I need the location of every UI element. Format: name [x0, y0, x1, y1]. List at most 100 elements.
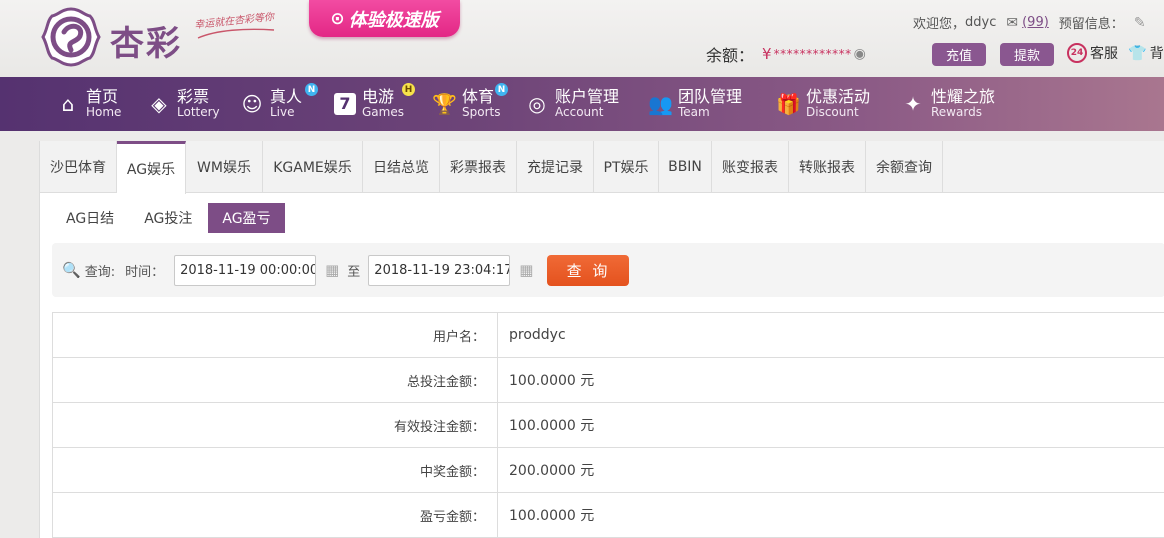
tab-wm[interactable]: WM娱乐 — [186, 141, 263, 193]
slot-seven-icon: 7 — [334, 93, 356, 115]
nav-label-cn: 首页 — [86, 87, 119, 107]
ticket-icon: ◈ — [151, 92, 167, 116]
nav-label-en: Lottery — [177, 105, 220, 120]
nav-label-cn: 彩票 — [177, 87, 210, 107]
username: ddyc — [965, 15, 997, 30]
table-row: 盈亏金额： 100.0000 元 — [53, 493, 1164, 538]
nav-label-cn: 性耀之旅 — [931, 87, 996, 107]
brand-logo-icon[interactable] — [40, 6, 102, 68]
edit-icon[interactable]: ✎ — [1134, 15, 1146, 31]
brand-swash-decoration — [197, 28, 275, 39]
nav-item-team[interactable]: 👥 团队管理 Team — [648, 77, 742, 131]
tab-account-change-report[interactable]: 账变报表 — [712, 141, 789, 193]
subtab-ag-bets[interactable]: AG投注 — [130, 203, 206, 233]
reserved-info-label: 预留信息： — [1058, 17, 1124, 32]
welcome-bar: 欢迎您， ddyc ✉ (99) 预留信息： ✎ — [913, 13, 1146, 33]
dealer-icon: ☺ — [241, 92, 263, 116]
tab-balance-query[interactable]: 余额查询 — [866, 141, 943, 193]
query-bar: 🔍 查询: 时间： ▦ 至 ▦ 查 询 — [52, 243, 1164, 297]
service-area: 24 客服 👕 背 — [1067, 43, 1164, 63]
row-key: 用户名： — [53, 313, 498, 357]
speed-version-button[interactable]: ⊙ 体验极速版 — [309, 0, 460, 37]
table-row: 总投注金额： 100.0000 元 — [53, 358, 1164, 403]
tab-daily-overview[interactable]: 日结总览 — [363, 141, 440, 193]
query-label: 查询: — [84, 264, 116, 280]
calendar-icon[interactable]: ▦ — [519, 261, 533, 279]
welcome-prefix: 欢迎您， — [913, 17, 966, 32]
speed-logo-icon: ⊙ — [330, 8, 345, 29]
balance-masked-value: ************ — [773, 47, 852, 61]
tab-kgame[interactable]: KGAME娱乐 — [263, 141, 363, 193]
home-icon: ⌂ — [61, 92, 75, 116]
brand-name: 杏彩 — [110, 24, 182, 64]
row-value: 100.0000 元 — [509, 418, 595, 434]
customer-service-link[interactable]: 客服 — [1090, 43, 1118, 63]
tab-saba-sports[interactable]: 沙巴体育 — [40, 141, 117, 193]
nav-item-account[interactable]: ◎ 账户管理 Account — [525, 77, 619, 131]
nav-item-sports[interactable]: 🏆 体育 Sports N — [432, 77, 508, 131]
subtab-ag-daily[interactable]: AG日结 — [52, 203, 128, 233]
nav-item-rewards[interactable]: ✦ 性耀之旅 Rewards — [901, 77, 995, 131]
nav-label-en: Sports — [462, 105, 501, 120]
search-icon: 🔍 — [62, 261, 81, 279]
nav-label-cn: 电游 — [362, 87, 395, 107]
hot-badge: H — [402, 83, 415, 96]
row-value: 100.0000 元 — [509, 373, 595, 389]
tab-bbin[interactable]: BBIN — [659, 141, 712, 193]
tab-lottery-report[interactable]: 彩票报表 — [440, 141, 517, 193]
nav-label-en: Discount — [806, 105, 859, 120]
recharge-button[interactable]: 充值 — [932, 43, 986, 66]
nav-item-home[interactable]: ⌂ 首页 Home — [56, 77, 122, 131]
new-badge: N — [495, 83, 508, 96]
eye-icon[interactable]: ◉ — [854, 46, 866, 62]
row-value: 100.0000 元 — [509, 508, 595, 524]
nav-item-live[interactable]: ☺ 真人 Live N — [240, 77, 318, 131]
mail-count-link[interactable]: (99) — [1022, 15, 1049, 30]
tab-ag[interactable]: AG娱乐 — [117, 141, 186, 194]
nav-label-en: Team — [678, 105, 710, 120]
nav-label-cn: 账户管理 — [555, 87, 620, 107]
query-button[interactable]: 查 询 — [547, 254, 630, 286]
rewards-icon: ✦ — [904, 92, 922, 116]
nav-label-cn: 团队管理 — [678, 87, 743, 107]
report-panel: 沙巴体育 AG娱乐 WM娱乐 KGAME娱乐 日结总览 彩票报表 充提记录 PT… — [39, 141, 1164, 538]
row-value: 200.0000 元 — [509, 463, 595, 479]
bag-link[interactable]: 背 — [1150, 43, 1164, 63]
tab-deposit-withdraw-records[interactable]: 充提记录 — [517, 141, 594, 193]
nav-item-lottery[interactable]: ◈ 彩票 Lottery — [147, 77, 220, 131]
time-label: 时间： — [125, 264, 165, 280]
nav-label-cn: 优惠活动 — [806, 87, 871, 107]
end-time-input[interactable] — [368, 254, 511, 286]
row-value: proddyc — [509, 327, 566, 343]
bag-icon[interactable]: 👕 — [1128, 44, 1147, 62]
nav-label-en: Rewards — [931, 105, 982, 120]
start-time-input[interactable] — [174, 254, 317, 286]
range-to-label: 至 — [347, 264, 361, 280]
table-row: 有效投注金额： 100.0000 元 — [53, 403, 1164, 448]
balance-display: 余额： ¥ ************ ◉ — [706, 42, 866, 66]
tab-transfer-report[interactable]: 转账报表 — [789, 141, 866, 193]
calendar-icon[interactable]: ▦ — [325, 261, 339, 279]
nav-label-cn: 真人 — [270, 87, 303, 107]
ag-subtabs: AG日结 AG投注 AG盈亏 — [52, 203, 287, 233]
nav-item-games[interactable]: 7 电游 Games H — [334, 77, 415, 131]
mail-icon[interactable]: ✉ — [1006, 15, 1018, 31]
new-badge: N — [305, 83, 318, 96]
row-key: 有效投注金额： — [53, 403, 498, 447]
table-row: 用户名： proddyc — [53, 313, 1164, 358]
tab-pt[interactable]: PT娱乐 — [594, 141, 659, 193]
table-row: 中奖金额： 200.0000 元 — [53, 448, 1164, 493]
balance-label: 余额： — [706, 46, 755, 65]
nav-label-en: Live — [270, 105, 295, 120]
customer-service-24h-icon[interactable]: 24 — [1067, 43, 1087, 63]
subtab-ag-profit-loss[interactable]: AG盈亏 — [208, 203, 285, 233]
row-key: 总投注金额： — [53, 358, 498, 402]
speed-version-label: 体验极速版 — [348, 9, 439, 31]
currency-symbol: ¥ — [762, 45, 772, 63]
withdraw-button[interactable]: 提款 — [1000, 43, 1054, 66]
row-key: 盈亏金额： — [53, 493, 498, 537]
row-key: 中奖金额： — [53, 448, 498, 492]
nav-item-discount[interactable]: 🎁 优惠活动 Discount — [776, 77, 870, 131]
wallet-icon: ◎ — [528, 92, 546, 116]
profit-loss-table: 用户名： proddyc 总投注金额： 100.0000 元 有效投注金额： 1… — [52, 312, 1164, 538]
